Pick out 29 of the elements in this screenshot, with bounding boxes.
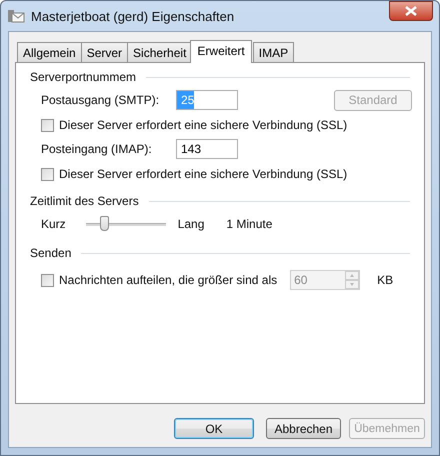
slider-label: Kurz — [41, 217, 66, 231]
field-label: Posteingang (IMAP): — [41, 142, 153, 156]
tab[interactable]: Erweitert — [190, 40, 252, 63]
checkbox[interactable] — [41, 274, 54, 286]
slider-thumb[interactable] — [100, 216, 109, 231]
tab[interactable]: Sicherheit — [127, 42, 192, 62]
tab[interactable]: Server — [80, 42, 128, 62]
checkbox[interactable] — [41, 168, 54, 180]
dialog-button[interactable]: OK — [174, 418, 254, 439]
checkbox-label: Dieser Server erfordert eine sichere Verbindung (SSL) — [59, 167, 348, 181]
unit-label: KB — [377, 273, 394, 287]
tab[interactable]: IMAP — [252, 42, 294, 62]
dialog-button[interactable]: Abbrechen — [266, 418, 341, 439]
window-title: Masterjetboat (gerd) Eigenschaften — [31, 8, 236, 24]
mail-icon — [7, 8, 25, 24]
checkbox-label: Nachrichten aufteilen, die größer sind als — [59, 273, 278, 287]
slider-label: Lang — [178, 217, 204, 231]
checkbox[interactable] — [41, 118, 54, 132]
group-heading: Senden — [30, 246, 72, 260]
close-icon — [405, 6, 417, 16]
field-label: Postausgang (SMTP): — [41, 93, 160, 107]
checkbox-label: Dieser Server erfordert eine sichere Verbindung (SSL) — [59, 118, 348, 132]
group-heading: Serverportnummem — [30, 70, 136, 84]
timeout-value: 1 Minute — [226, 217, 272, 231]
tab[interactable]: Allgemein — [17, 42, 82, 62]
port-field[interactable]: 143 — [176, 139, 238, 159]
timeout-slider[interactable] — [86, 215, 166, 233]
close-button[interactable] — [389, 1, 433, 21]
group-heading: Zeitlimit des Servers — [30, 194, 139, 208]
